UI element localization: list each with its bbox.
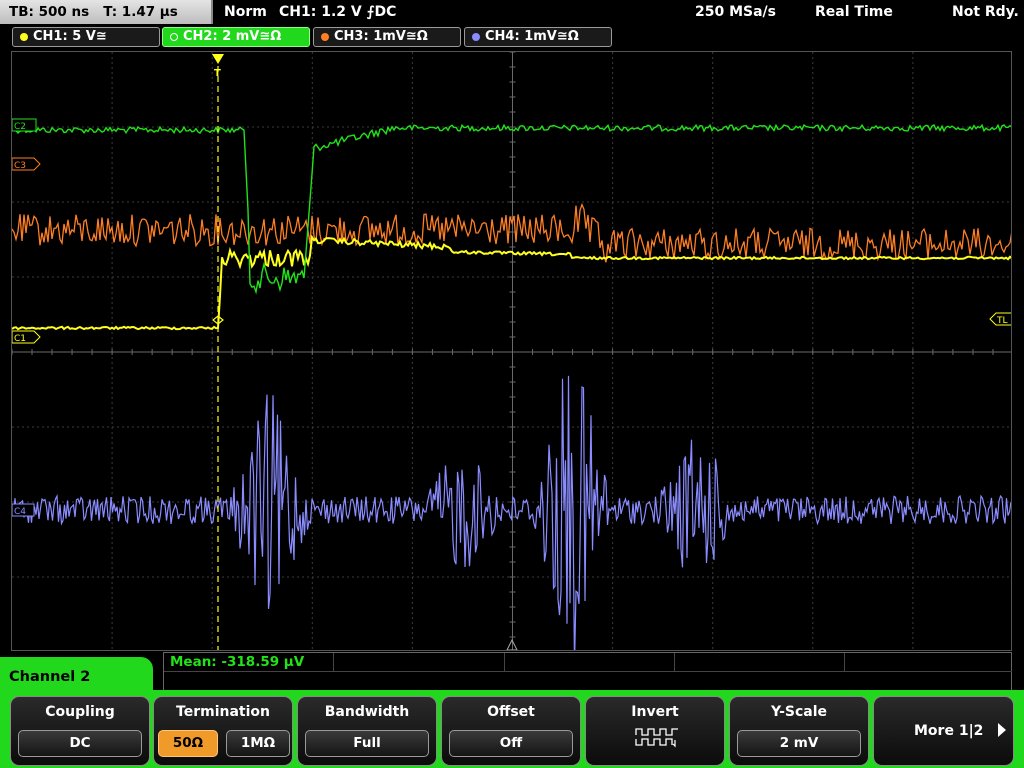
mean-measurement: Mean: -318.59 µV (170, 654, 305, 670)
y-scale-title: Y-Scale (770, 704, 827, 720)
timebase-box[interactable]: TB: 500 ns T: 1.47 µs (0, 0, 213, 24)
coupling-softkey[interactable]: Coupling DC (10, 696, 150, 766)
ch3-color-dot (321, 33, 329, 41)
termination-softkey[interactable]: Termination 50Ω 1MΩ (153, 696, 293, 766)
channel-tabs: CH1: 5 V≅ CH2: 2 mV≅Ω CH3: 1mV≅Ω CH4: 1m… (0, 26, 1024, 48)
timebase-value: TB: 500 ns (9, 4, 90, 20)
ch2-marker-label: C2 (14, 122, 26, 132)
tab-ch1[interactable]: CH1: 5 V≅ (12, 27, 160, 47)
ch2-color-dot (170, 33, 178, 41)
termination-1m-ohm-option[interactable]: 1MΩ (226, 730, 290, 757)
menu-title-tab: Channel 2 (0, 657, 153, 699)
ch1-ground-marker[interactable]: C1 (12, 330, 41, 344)
ch2-ground-marker[interactable]: C2 (12, 118, 37, 132)
tab-ch4[interactable]: CH4: 1mV≅Ω (464, 27, 612, 47)
trigger-level-label: TL (996, 316, 1008, 326)
bandwidth-softkey[interactable]: Bandwidth Full (297, 696, 437, 766)
acquisition-type: Real Time (815, 4, 893, 20)
tab-ch2-label: CH2: 2 mV≅Ω (183, 29, 282, 44)
coupling-value[interactable]: DC (18, 730, 142, 757)
status-bar: TB: 500 ns T: 1.47 µs Norm CH1: 1.2 V ⨍D… (0, 0, 1024, 25)
y-scale-value[interactable]: 2 mV (737, 730, 861, 757)
ch3-marker-label: C3 (14, 161, 26, 171)
measurement-cell (505, 653, 675, 672)
tab-ch1-label: CH1: 5 V≅ (33, 29, 107, 44)
ch4-waveform (12, 375, 1011, 650)
ch4-ground-marker[interactable]: C4 (12, 503, 35, 517)
coupling-title: Coupling (45, 704, 115, 720)
bandwidth-title: Bandwidth (324, 704, 410, 720)
trigger-time-value: T: 1.47 µs (103, 4, 178, 20)
measurement-cell (845, 653, 1012, 672)
trigger-status: Not Rdy. (952, 4, 1019, 20)
invert-softkey[interactable]: Invert (585, 696, 725, 766)
measurement-cell (675, 653, 845, 672)
arrow-right-icon (998, 723, 1006, 737)
ch1-color-dot (20, 33, 28, 41)
acquisition-mode: Norm (224, 4, 267, 20)
sample-rate: 250 MSa/s (695, 4, 777, 20)
measurement-bar: Mean: -318.59 µV (163, 652, 1012, 692)
offset-softkey[interactable]: Offset Off (441, 696, 581, 766)
bandwidth-value[interactable]: Full (305, 730, 429, 757)
ch3-ground-marker[interactable]: C3 (12, 157, 41, 171)
trigger-level-marker[interactable]: TL (989, 312, 1012, 326)
offset-value[interactable]: Off (449, 730, 573, 757)
tab-ch3-label: CH3: 1mV≅Ω (334, 29, 428, 44)
offset-title: Offset (487, 704, 535, 720)
termination-title: Termination (176, 704, 270, 720)
tab-ch2[interactable]: CH2: 2 mV≅Ω (162, 27, 310, 47)
ch4-marker-label: C4 (14, 507, 26, 517)
ch4-color-dot (472, 33, 480, 41)
more-label: More 1|2 (914, 723, 984, 739)
invert-title: Invert (631, 704, 679, 720)
more-softkey[interactable]: More 1|2 (873, 696, 1014, 766)
termination-50-ohm-option[interactable]: 50Ω (158, 730, 218, 757)
waveform-display[interactable]: T C2 C3 C1 C4 TL (11, 51, 1012, 651)
tab-ch3[interactable]: CH3: 1mV≅Ω (313, 27, 461, 47)
y-scale-softkey[interactable]: Y-Scale 2 mV (729, 696, 869, 766)
graticule (12, 52, 1011, 650)
invert-waveform-icon (635, 728, 678, 748)
trigger-marker-label: T (214, 68, 221, 79)
tab-ch4-label: CH4: 1mV≅Ω (485, 29, 579, 44)
ch1-marker-label: C1 (14, 334, 26, 344)
measurement-cell (334, 653, 505, 672)
trigger-info: CH1: 1.2 V ⨍DC (279, 4, 397, 20)
